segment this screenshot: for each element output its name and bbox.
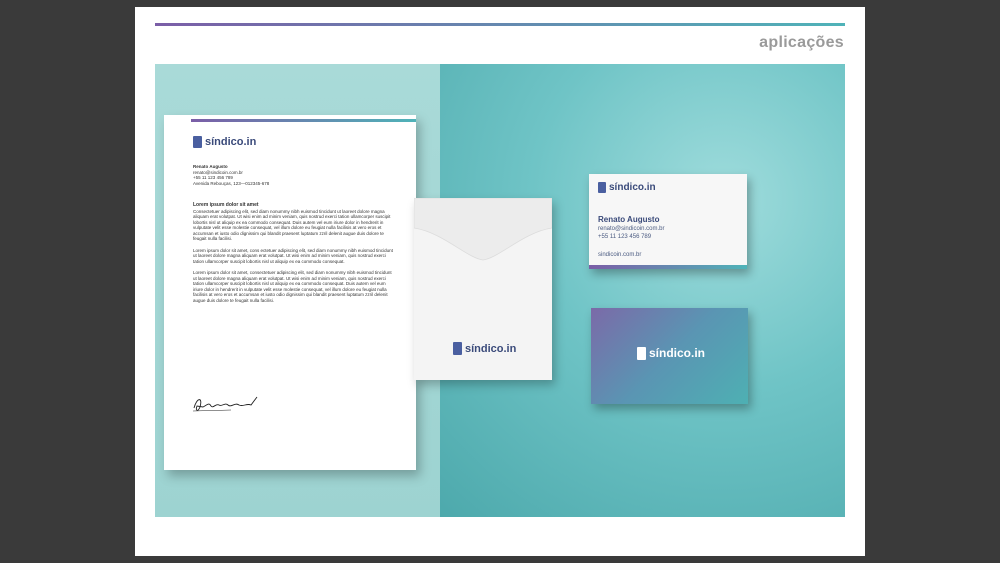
logo-wordmark: síndico.in [609, 182, 656, 193]
letter-paragraph: Lorem ipsum dolor sit amet, cons ectetue… [193, 247, 393, 264]
building-icon [193, 136, 202, 148]
building-icon [453, 342, 462, 355]
letter-paragraph: Consectetuer adipiscing elit, sed diam n… [193, 208, 391, 242]
business-card-front: síndico.in Renato Augusto renato@sindico… [589, 174, 747, 269]
letterhead-contact: Renato Augusto renato@sindicoin.com.br +… [193, 164, 269, 186]
signature-icon [192, 396, 258, 412]
envelope-flap [414, 198, 552, 261]
card-logo: síndico.in [598, 182, 656, 193]
presentation-page: aplicações síndico.in Renato Augusto ren… [135, 7, 865, 556]
card-website: sindicoin.com.br [598, 252, 642, 258]
top-gradient-rule [155, 23, 845, 26]
logo-wordmark: síndico.in [649, 346, 706, 360]
envelope: síndico.in [414, 198, 552, 380]
building-icon [637, 346, 646, 360]
letter-body: Lorem ipsum dolor sit amet Consectetuer … [193, 202, 393, 309]
card-phone: +55 11 123 456 789 [598, 234, 652, 240]
letterhead-sheet: síndico.in Renato Augusto renato@sindico… [164, 115, 416, 470]
card-gradient-bar [589, 265, 747, 269]
letterhead-gradient-bar [191, 119, 416, 122]
card-name: Renato Augusto [598, 215, 660, 224]
stationery-mockup: síndico.in Renato Augusto renato@sindico… [155, 64, 845, 517]
card-back-logo: síndico.in [637, 346, 705, 360]
logo-wordmark: síndico.in [205, 136, 257, 148]
letterhead-logo: síndico.in [193, 136, 256, 148]
envelope-logo: síndico.in [453, 342, 516, 355]
logo-wordmark: síndico.in [465, 342, 517, 355]
contact-address: Avenida Rebouças, 123—012345-678 [193, 180, 270, 186]
building-icon [598, 182, 606, 193]
letter-paragraph: Lorem ipsum dolor sit amet, consectetuer… [193, 270, 392, 303]
card-email: renato@sindicoin.com.br [598, 226, 665, 232]
business-card-back: síndico.in [591, 308, 748, 404]
section-title: aplicações [759, 34, 844, 51]
